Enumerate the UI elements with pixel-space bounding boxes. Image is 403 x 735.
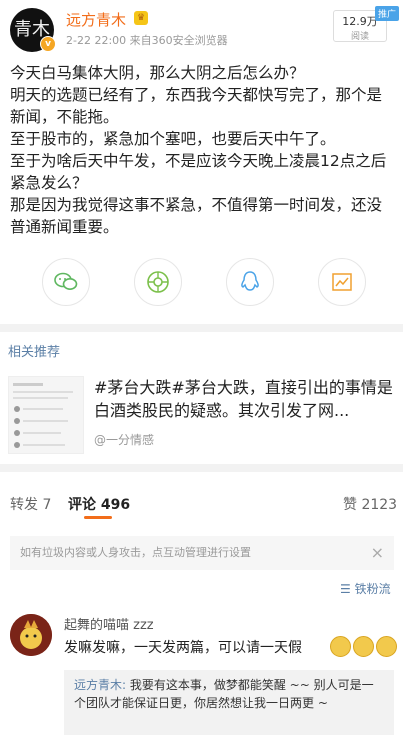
moderation-notice[interactable]: 如有垃圾内容或人身攻击，点互动管理进行设置 × — [10, 536, 394, 570]
promo-badge[interactable]: 推广 — [375, 6, 400, 21]
wechat-icon — [54, 272, 78, 290]
tab-like[interactable]: 赞 2123 — [343, 494, 397, 514]
commenter-avatar[interactable] — [10, 614, 52, 656]
notice-text: 如有垃圾内容或人身攻击，点互动管理进行设置 — [20, 546, 251, 559]
doge-emoji-icon — [330, 636, 351, 657]
related-title: 相关推荐 — [8, 345, 61, 360]
post-paragraph: 至于股市的，紧急加个塞吧，也要后天中午了。 — [10, 130, 336, 148]
read-label: 阅读 — [350, 32, 369, 42]
doge-emoji-icon — [376, 636, 397, 657]
sort-icon: ☰ — [340, 582, 355, 596]
author-name[interactable]: 远方青木 — [66, 9, 126, 30]
tab-comment[interactable]: 评论 496 — [68, 494, 130, 514]
commenter-avatar-image — [10, 614, 52, 656]
comment-text: 发嘛发嘛，一天发两篇，可以请一天假 — [64, 640, 302, 656]
share-wechat-button[interactable] — [42, 258, 90, 306]
fans-sort-label: 铁粉流 — [354, 582, 391, 596]
post-paragraph: 今天白马集体大阴，那么大阴之后怎么办？ — [10, 64, 305, 82]
reply-author-name[interactable]: 远方青木: — [74, 678, 126, 692]
post-paragraph: 那是因为我觉得这事不紧急，不值得第一时间发，还没普通新闻重要。 — [10, 196, 383, 236]
author-reply[interactable]: 远方青木: 我要有这本事，做梦都能笑醒 ~~ 别人可是一个团队才能保证日更，你居… — [64, 670, 394, 735]
doge-emoji-icon — [353, 636, 374, 657]
fans-sort-button[interactable]: ☰ 铁粉流 — [340, 580, 391, 597]
tab-repost[interactable]: 转发 7 — [10, 494, 51, 514]
verified-badge-icon: v — [40, 36, 56, 52]
chart-icon — [332, 273, 352, 291]
share-moments-button[interactable] — [134, 258, 182, 306]
section-divider — [0, 324, 403, 332]
post-paragraph: 至于为啥后天中午发，不是应该今天晚上凌晨12点之后紧急发么？ — [10, 152, 387, 192]
qq-icon — [241, 271, 259, 291]
related-article-text[interactable]: #茅台大跌#茅台大跌，直接引出的事情是白酒类股民的疑惑。其次引发了网... — [94, 376, 394, 422]
share-poster-button[interactable] — [318, 258, 366, 306]
post-content: 今天白马集体大阴，那么大阴之后怎么办？ 明天的选题已经有了，东西我今天都快写完了… — [10, 62, 394, 238]
moments-icon — [147, 271, 169, 293]
post-meta: 2-22 22:00 来自360安全浏览器 — [66, 34, 228, 47]
share-qq-button[interactable] — [226, 258, 274, 306]
post-paragraph: 明天的选题已经有了，东西我今天都快写完了，那个是新闻，不能拖。 — [10, 86, 383, 126]
commenter-name[interactable]: 起舞的喵喵 zzz — [64, 614, 154, 633]
section-divider — [0, 464, 403, 472]
related-thumbnail[interactable] — [8, 376, 84, 454]
close-icon[interactable]: × — [371, 536, 384, 570]
related-source[interactable]: @一分情感 — [94, 431, 154, 448]
active-tab-indicator — [84, 516, 112, 519]
related-thumbnail-image — [13, 383, 73, 448]
vip-crown-icon: ♛ — [134, 11, 148, 25]
